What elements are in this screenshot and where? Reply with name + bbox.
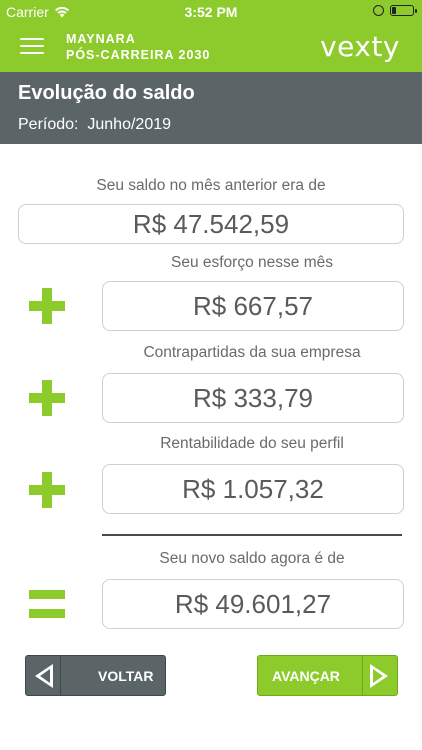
period-value: Junho/2019 [87,116,172,133]
new-balance-label: Seu novo saldo agora é de [159,550,345,567]
period-label: Período: [18,116,79,133]
previous-balance-label: Seu saldo no mês anterior era de [96,177,326,194]
previous-balance-value: R$ 47.542,59 [18,204,404,244]
alarm-icon [373,5,384,16]
period: Período: Junho/2019 [18,116,171,134]
company-contribution-value: R$ 333,79 [102,373,404,423]
battery-icon [390,5,417,16]
plus-icon [29,288,65,324]
section-header: Evolução do saldo Período: Junho/2019 [0,72,422,144]
status-right [373,5,417,16]
company-contribution-label: Contrapartidas da sua empresa [143,344,361,361]
hamburger-menu-icon[interactable] [20,38,44,56]
plan-title: MAYNARA PÓS-CARREIRA 2030 [66,31,210,63]
returns-value: R$ 1.057,32 [102,464,404,514]
plan-owner: MAYNARA [66,32,136,46]
status-bar: Carrier 3:52 PM [0,0,422,24]
new-balance-value: R$ 49.601,27 [102,579,404,629]
back-button[interactable]: VOLTAR [25,655,166,696]
brand-logo: vexty [320,30,400,63]
next-button-label: AVANÇAR [272,668,340,684]
app-header: MAYNARA PÓS-CARREIRA 2030 vexty [0,24,422,72]
returns-label: Rentabilidade do seu perfil [160,435,344,452]
next-button[interactable]: AVANÇAR [257,655,398,696]
plus-icon [29,472,65,508]
plus-icon [29,380,65,416]
effort-value: R$ 667,57 [102,281,404,331]
sum-divider [102,534,402,536]
plan-name: PÓS-CARREIRA 2030 [66,48,211,62]
back-button-label: VOLTAR [98,668,154,684]
equals-icon [29,590,65,618]
battery-level [392,7,396,14]
clock: 3:52 PM [184,4,238,20]
page-title: Evolução do saldo [18,82,195,104]
effort-label: Seu esforço nesse mês [171,254,333,271]
